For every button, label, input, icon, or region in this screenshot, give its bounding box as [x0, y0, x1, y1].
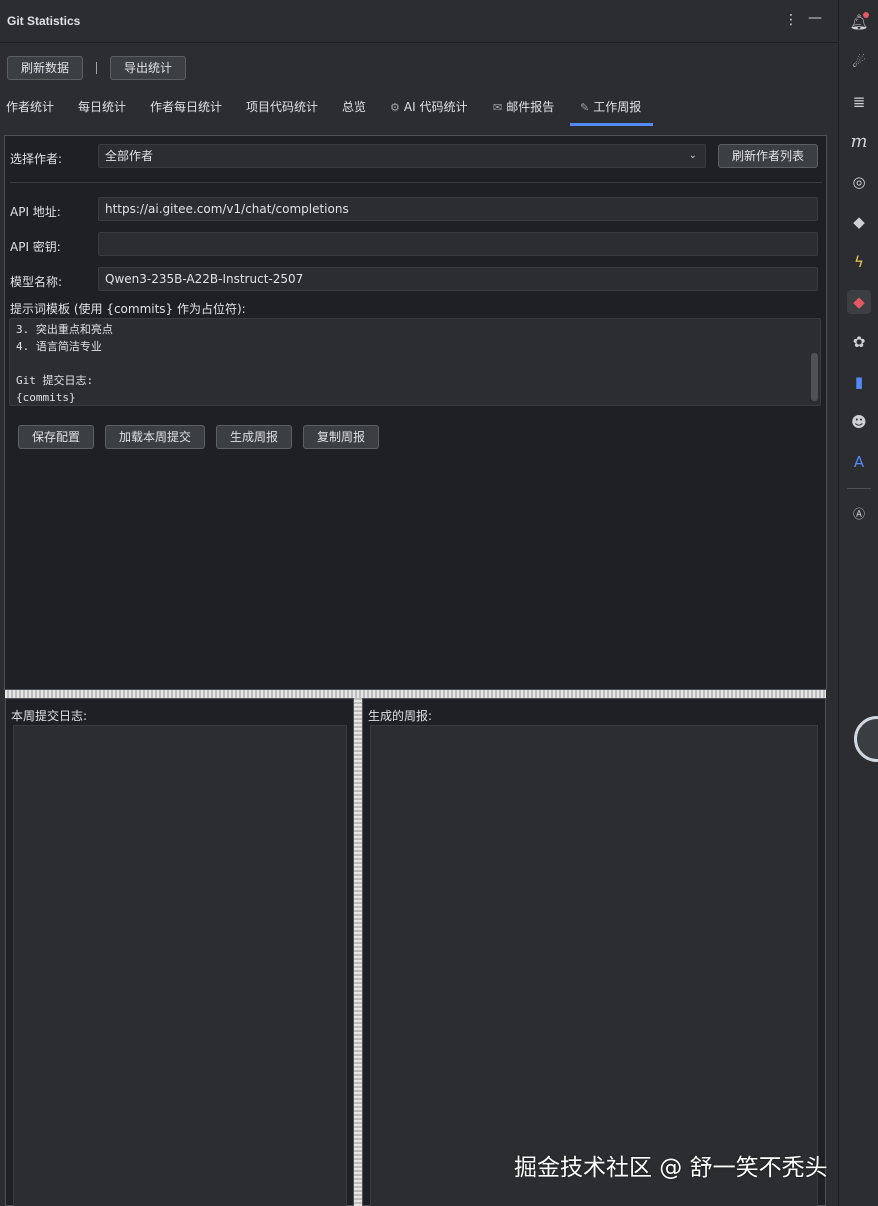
git-statistics-panel: Git Statistics ⋮ — 刷新数据 导出统计 作者统计 每日统计 作… — [0, 0, 838, 1206]
tab-bar: 作者统计 每日统计 作者每日统计 项目代码统计 总览 ⚙ AI 代码统计 ✉ 邮件报… — [0, 92, 838, 126]
tab-email-report[interactable]: ✉ 邮件报告 — [493, 92, 554, 126]
git-statistics-icon[interactable]: ◆ — [847, 290, 871, 314]
copy-report-button[interactable]: 复制周报 — [303, 425, 379, 449]
commits-textarea[interactable] — [13, 725, 347, 1206]
puzzle-icon[interactable]: ◆ — [847, 210, 871, 234]
window-title: Git Statistics — [7, 14, 81, 28]
edit-icon: ✎ — [580, 101, 590, 114]
api-url-label: API 地址: — [10, 205, 61, 219]
refresh-data-button[interactable]: 刷新数据 — [7, 56, 83, 80]
more-options-icon[interactable]: ⋮ — [784, 12, 798, 28]
model-label: 模型名称: — [10, 275, 63, 289]
api-url-input[interactable]: https://ai.gitee.com/v1/chat/completions — [98, 197, 818, 221]
watermark: 掘金技术社区 @ 舒一笑不秃头 — [514, 1155, 828, 1181]
toolbar-separator — [96, 62, 97, 74]
prompt-template-textarea[interactable]: 3. 突出重点和亮点 4. 语言简洁专业 Git 提交日志: {commits} — [9, 318, 821, 406]
toolbar: 刷新数据 导出统计 — [0, 44, 838, 92]
prompt-line: Git 提交日志: — [16, 374, 94, 387]
plugin-dots-icon[interactable]: ◎ — [847, 170, 871, 194]
textarea-scrollbar[interactable] — [811, 353, 818, 401]
author-label: 选择作者: — [10, 152, 63, 166]
right-tool-bar: 🔔︎ ☄ ≣ m ◎ ◆ ϟ ◆ ✿ ▮ ☻ A Ⓐ — [838, 0, 878, 1206]
tab-weekly-report[interactable]: ✎ 工作周报 — [570, 92, 654, 126]
database-icon[interactable]: ≣ — [847, 90, 871, 114]
commits-pane: 本周提交日志: — [5, 698, 354, 1206]
tab-author-daily-stats[interactable]: 作者每日统计 — [150, 92, 222, 126]
report-pane: 生成的周报: — [362, 698, 826, 1206]
mail-icon: ✉ — [493, 101, 503, 114]
tab-project-code-stats[interactable]: 项目代码统计 — [246, 92, 318, 126]
notebook-icon[interactable]: ▮ — [847, 370, 871, 394]
horizontal-splitter[interactable] — [5, 690, 826, 698]
title-bar: Git Statistics ⋮ — — [0, 0, 838, 43]
vertical-splitter[interactable] — [354, 698, 362, 1206]
maven-icon[interactable]: m — [847, 130, 871, 154]
lightning-icon[interactable]: ϟ — [847, 250, 871, 274]
prompt-line: 3. 突出重点和亮点 — [16, 323, 113, 336]
panda-icon[interactable]: ☻ — [847, 410, 871, 434]
api-key-input[interactable] — [98, 232, 818, 256]
font-icon[interactable]: Ⓐ — [847, 502, 871, 526]
tab-daily-stats[interactable]: 每日统计 — [78, 92, 126, 126]
notifications-icon[interactable]: 🔔︎ — [847, 10, 871, 34]
export-statistics-button[interactable]: 导出统计 — [110, 56, 186, 80]
save-config-button[interactable]: 保存配置 — [18, 425, 94, 449]
robot-icon: ⚙ — [390, 101, 400, 114]
model-input[interactable]: Qwen3-235B-A22B-Instruct-2507 — [98, 267, 818, 291]
minimize-icon[interactable]: — — [808, 10, 822, 26]
rightbar-separator — [847, 488, 871, 489]
prompt-line — [16, 355, 814, 372]
ai-assistant-icon[interactable]: ☄ — [847, 50, 871, 74]
prompt-line: {commits} — [16, 391, 76, 404]
refresh-authors-button[interactable]: 刷新作者列表 — [718, 144, 818, 168]
author-select[interactable]: 全部作者 ⌄ — [98, 144, 706, 168]
report-label: 生成的周报: — [368, 709, 433, 723]
openai-icon[interactable]: ✿ — [847, 330, 871, 354]
chevron-down-icon: ⌄ — [688, 150, 697, 161]
tab-overview[interactable]: 总览 — [342, 92, 366, 126]
report-textarea[interactable] — [370, 725, 818, 1206]
prompt-template-label: 提示词模板 (使用 {commits} 作为占位符): — [10, 302, 246, 316]
weekly-report-content: 选择作者: 全部作者 ⌄ 刷新作者列表 API 地址: https://ai.g… — [4, 135, 827, 690]
generate-report-button[interactable]: 生成周报 — [216, 425, 292, 449]
commits-label: 本周提交日志: — [11, 709, 88, 723]
api-key-label: API 密钥: — [10, 240, 61, 254]
tab-ai-code-stats[interactable]: ⚙ AI 代码统计 — [390, 92, 467, 126]
translate-icon[interactable]: A — [847, 450, 871, 474]
form-divider — [10, 182, 822, 183]
tab-author-stats[interactable]: 作者统计 — [6, 92, 54, 126]
load-weekly-commits-button[interactable]: 加载本周提交 — [105, 425, 205, 449]
prompt-line: 4. 语言简洁专业 — [16, 340, 102, 353]
